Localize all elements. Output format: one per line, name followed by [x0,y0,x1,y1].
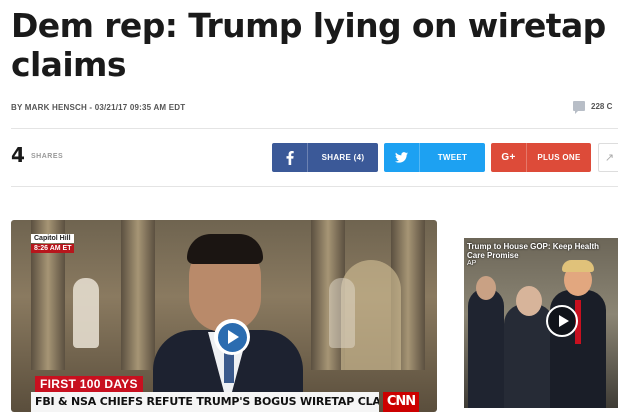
main-video-player[interactable]: Capitol Hill 8:26 AM ET FIRST 100 DAYS F… [11,220,437,412]
related-video-title: Trump to House GOP: Keep Health Care Pro… [467,242,600,260]
comment-bubble-icon [573,101,585,114]
twitter-bird-icon [384,143,420,172]
speaker-hair [187,234,263,264]
googleplus-share-button[interactable]: G+ PLUS ONE [491,143,591,172]
background-statue [329,278,355,348]
googleplus-share-label: PLUS ONE [537,153,581,162]
video-time-tag: 8:26 AM ET [31,244,75,253]
googleplus-icon: G+ [491,143,527,172]
background-statue [73,278,99,348]
more-share-button[interactable]: ↗ [598,143,618,172]
person-head [516,286,542,316]
background-column [121,220,155,370]
play-icon[interactable] [546,305,578,337]
article-headline: Dem rep: Trump lying on wiretap claims [11,6,606,84]
play-icon [217,322,247,352]
related-video-card[interactable]: Trump to House GOP: Keep Health Care Pro… [464,238,618,408]
share-arrow-icon: ↗ [604,152,615,164]
comment-count: 228 C [591,101,613,111]
share-count: 4 [11,143,25,167]
play-button[interactable] [214,319,250,355]
trump-hair [562,260,594,272]
divider [11,186,618,187]
background-person-head [476,276,496,300]
video-banner: FIRST 100 DAYS [35,376,143,392]
video-location-tag: Capitol Hill [31,234,74,243]
twitter-share-button[interactable]: TWEET [384,143,485,172]
comments-link[interactable]: 228 C [573,101,613,114]
share-count-label: SHARES [31,153,64,160]
related-video-source: AP [467,260,477,267]
facebook-share-button[interactable]: SHARE (4) [272,143,378,172]
divider [11,128,618,129]
article-byline: BY MARK HENSCH - 03/21/17 09:35 AM EDT [11,103,186,112]
video-chyron: FBI & NSA CHIEFS REFUTE TRUMP'S BOGUS WI… [31,392,379,412]
background-person [468,288,504,408]
twitter-share-label: TWEET [437,153,468,162]
facebook-icon [272,143,308,172]
facebook-share-label: SHARE (4) [321,153,365,162]
cnn-logo: CNN [383,392,419,412]
